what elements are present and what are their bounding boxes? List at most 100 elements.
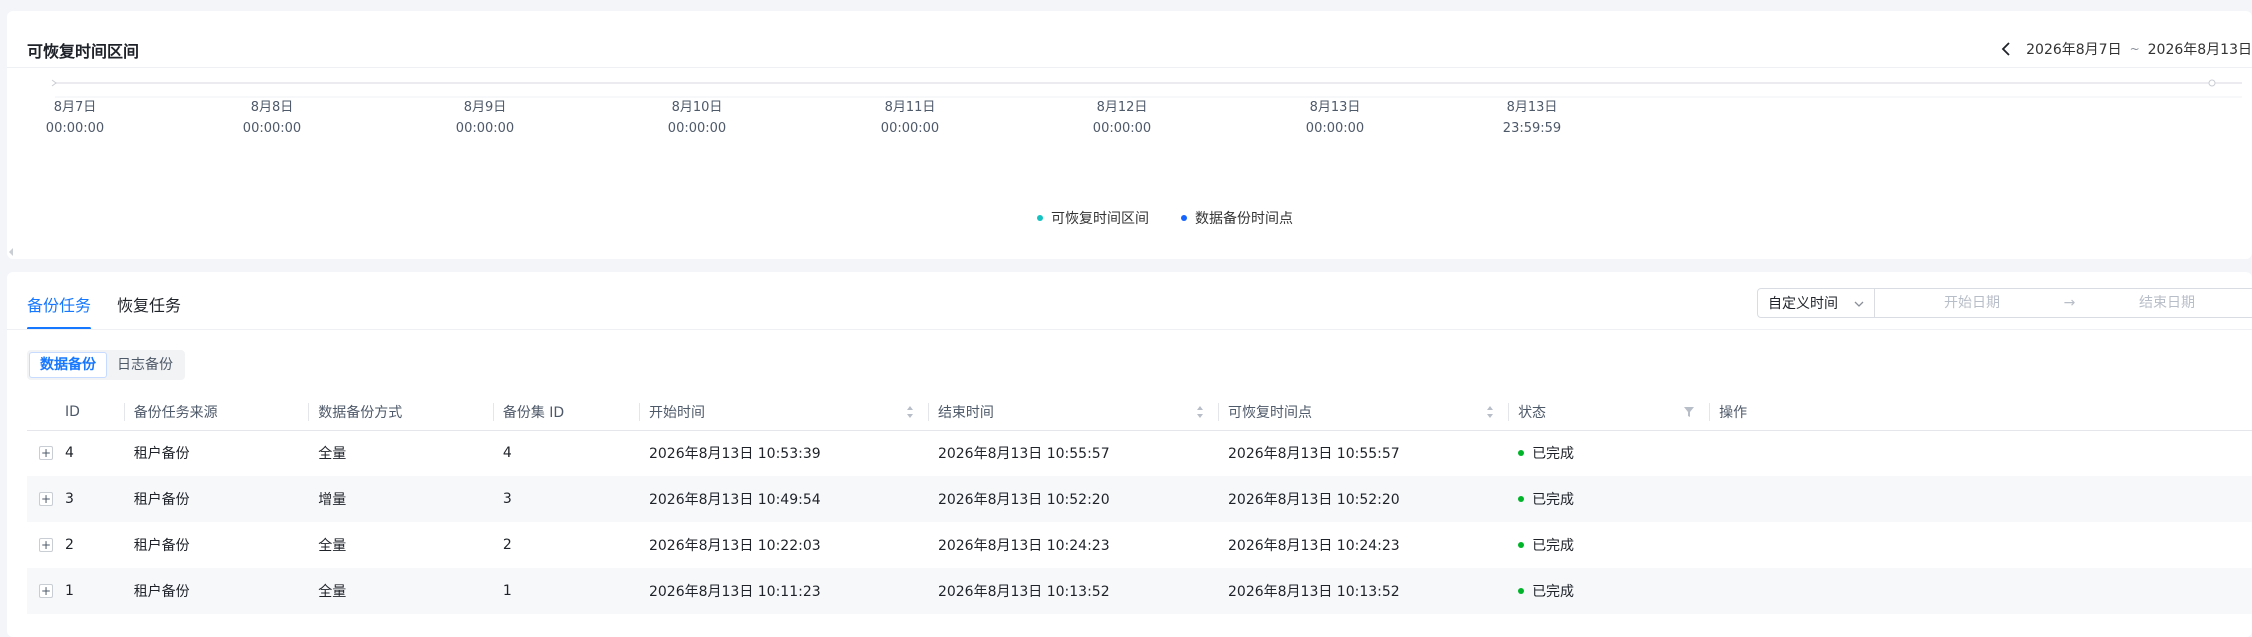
legend-dot [1181, 215, 1187, 221]
segment-data-backup[interactable]: 数据备份 [29, 352, 107, 378]
status-badge: 已完成 [1518, 489, 1574, 509]
filter-icon[interactable] [1683, 406, 1695, 418]
chevron-down-icon [1854, 295, 1864, 311]
tick-time: 23:59:59 [1502, 121, 1562, 136]
expand-row-icon[interactable]: + [39, 584, 53, 598]
task-card: 备份任务 恢复任务 自定义时间 → 数据备份 日志备份 ID 备份任务来源 [7, 272, 2252, 637]
cell-id: +3 [27, 476, 124, 522]
status-dot-icon [1518, 588, 1525, 594]
status-text: 已完成 [1532, 446, 1575, 463]
tab-backup-tasks[interactable]: 备份任务 [27, 292, 92, 330]
cell-status: 已完成 [1508, 568, 1709, 614]
scroll-left-icon[interactable] [7, 247, 19, 259]
segment-log-backup[interactable]: 日志备份 [107, 352, 183, 378]
sort-icon[interactable] [1196, 405, 1204, 419]
status-text: 已完成 [1532, 584, 1575, 600]
timeline-chart: 8月7日 00:00:00 8月8日 00:00:00 8月9日 00:00:00 8月10… [7, 67, 2252, 259]
cell-set-id: 3 [502, 491, 512, 507]
row-id: 1 [65, 583, 74, 599]
table-header-row: ID 备份任务来源 数据备份方式 备份集 ID 开始时间 结束时间 可恢复时间点… [27, 394, 2252, 431]
cell-start-time: 2026年8月13日 10:22:03 [648, 538, 821, 554]
table-row[interactable]: +1 租户备份 全量 1 2026年8月13日 10:11:23 2026年8月13日 1… [27, 568, 2252, 614]
timeline-tick-label: 8月7日 00:00:00 [46, 97, 104, 139]
cell-actions [1709, 476, 2252, 522]
status-dot-icon [1518, 450, 1525, 457]
status-text: 已完成 [1532, 492, 1575, 508]
cell-id: +1 [27, 568, 124, 614]
tab-restore-tasks[interactable]: 恢复任务 [117, 292, 181, 330]
cell-source: 租户备份 [133, 492, 190, 508]
timeline-tick-label: 8月8日 00:00:00 [243, 97, 301, 139]
legend-item-backup-point[interactable]: 数据备份时间点 [1181, 208, 1293, 228]
row-id: 4 [65, 445, 74, 462]
timeline-end-marker [2208, 79, 2216, 87]
cell-start-time: 2026年8月13日 10:53:39 [648, 446, 821, 463]
time-filter: 自定义时间 → [1757, 288, 2252, 318]
timeline-legend: 可恢复时间区间 数据备份时间点 [1037, 208, 1293, 228]
recoverable-range-card: 可恢复时间区间 2026年8月7日 ~ 2026年8月13日 8月7日 00:00… [7, 11, 2252, 259]
expand-row-icon[interactable]: + [39, 492, 53, 506]
tick-date: 8月10日 [671, 100, 723, 115]
range-card-title: 可恢复时间区间 [27, 42, 140, 61]
legend-label: 可恢复时间区间 [1051, 211, 1149, 227]
status-badge: 已完成 [1518, 581, 1574, 601]
table-row[interactable]: +2 租户备份 全量 2 2026年8月13日 10:22:03 2026年8月13日 1… [27, 522, 2252, 568]
end-date-input[interactable] [2080, 295, 2252, 311]
sort-icon[interactable] [906, 405, 914, 419]
timeline-tick-label: 8月13日 23:59:59 [1503, 97, 1561, 139]
date-range-picker: → [1875, 288, 2252, 318]
cell-actions [1709, 522, 2252, 568]
expand-row-icon[interactable]: + [39, 538, 53, 552]
backup-task-table: ID 备份任务来源 数据备份方式 备份集 ID 开始时间 结束时间 可恢复时间点… [27, 394, 2252, 614]
range-end-date[interactable]: 2026年8月13日 [2148, 39, 2252, 59]
backup-type-switch: 数据备份 日志备份 [27, 350, 185, 380]
cell-method: 全量 [318, 446, 347, 463]
status-badge: 已完成 [1518, 535, 1574, 555]
column-header-status[interactable]: 状态 [1508, 394, 1710, 431]
cell-source: 租户备份 [133, 584, 190, 600]
time-mode-select[interactable]: 自定义时间 [1757, 288, 1875, 318]
cell-method: 全量 [318, 584, 347, 600]
timeline-start-marker [51, 79, 57, 87]
sort-icon[interactable] [1486, 405, 1494, 419]
cell-start-time: 2026年8月13日 10:49:54 [648, 492, 821, 508]
table-row[interactable]: +4 租户备份 全量 4 2026年8月13日 10:53:39 2026年8月13日 1… [27, 430, 2252, 476]
cell-method: 全量 [318, 538, 347, 554]
cell-actions [1709, 430, 2252, 476]
start-date-input[interactable] [1885, 295, 2059, 311]
table-body: +4 租户备份 全量 4 2026年8月13日 10:53:39 2026年8月13日 1… [27, 430, 2252, 614]
cell-status: 已完成 [1508, 430, 1709, 476]
timeline-tick-label: 8月13日 00:00:00 [1306, 97, 1364, 139]
status-dot-icon [1518, 542, 1525, 548]
status-text: 已完成 [1532, 538, 1575, 554]
legend-item-recoverable-range[interactable]: 可恢复时间区间 [1037, 208, 1149, 228]
cell-set-id: 2 [502, 537, 512, 553]
status-badge: 已完成 [1518, 443, 1574, 463]
tick-time: 00:00:00 [242, 121, 302, 136]
arrow-right-icon: → [2063, 295, 2076, 311]
cell-actions [1709, 568, 2252, 614]
column-header-end-time[interactable]: 结束时间 [927, 394, 1218, 431]
tick-time: 00:00:00 [667, 121, 727, 136]
column-header-start-time[interactable]: 开始时间 [638, 394, 928, 431]
date-range-nav: 2026年8月7日 ~ 2026年8月13日 [1996, 37, 2252, 61]
cell-start-time: 2026年8月13日 10:11:23 [648, 584, 821, 600]
cell-set-id: 1 [502, 583, 512, 599]
tick-date: 8月9日 [463, 100, 507, 115]
task-tabs: 备份任务 恢复任务 [27, 292, 181, 330]
cell-recover-point: 2026年8月13日 10:13:52 [1228, 584, 1400, 600]
chevron-left-icon[interactable] [1996, 39, 2016, 59]
column-header-id: ID [27, 394, 124, 431]
row-id: 2 [65, 537, 74, 553]
expand-row-icon[interactable]: + [39, 446, 53, 461]
table-row[interactable]: +3 租户备份 增量 3 2026年8月13日 10:49:54 2026年8月13日 1… [27, 476, 2252, 522]
range-start-date[interactable]: 2026年8月7日 [2026, 39, 2121, 59]
column-header-set-id: 备份集 ID [492, 394, 639, 431]
column-header-source: 备份任务来源 [123, 394, 309, 431]
column-header-recover-point[interactable]: 可恢复时间点 [1218, 394, 1509, 431]
cell-recover-point: 2026年8月13日 10:52:20 [1228, 492, 1400, 508]
cell-source: 租户备份 [133, 538, 190, 554]
cell-id: +4 [27, 430, 124, 476]
cell-end-time: 2026年8月13日 10:52:20 [937, 492, 1110, 508]
column-header-method: 数据备份方式 [308, 394, 493, 431]
